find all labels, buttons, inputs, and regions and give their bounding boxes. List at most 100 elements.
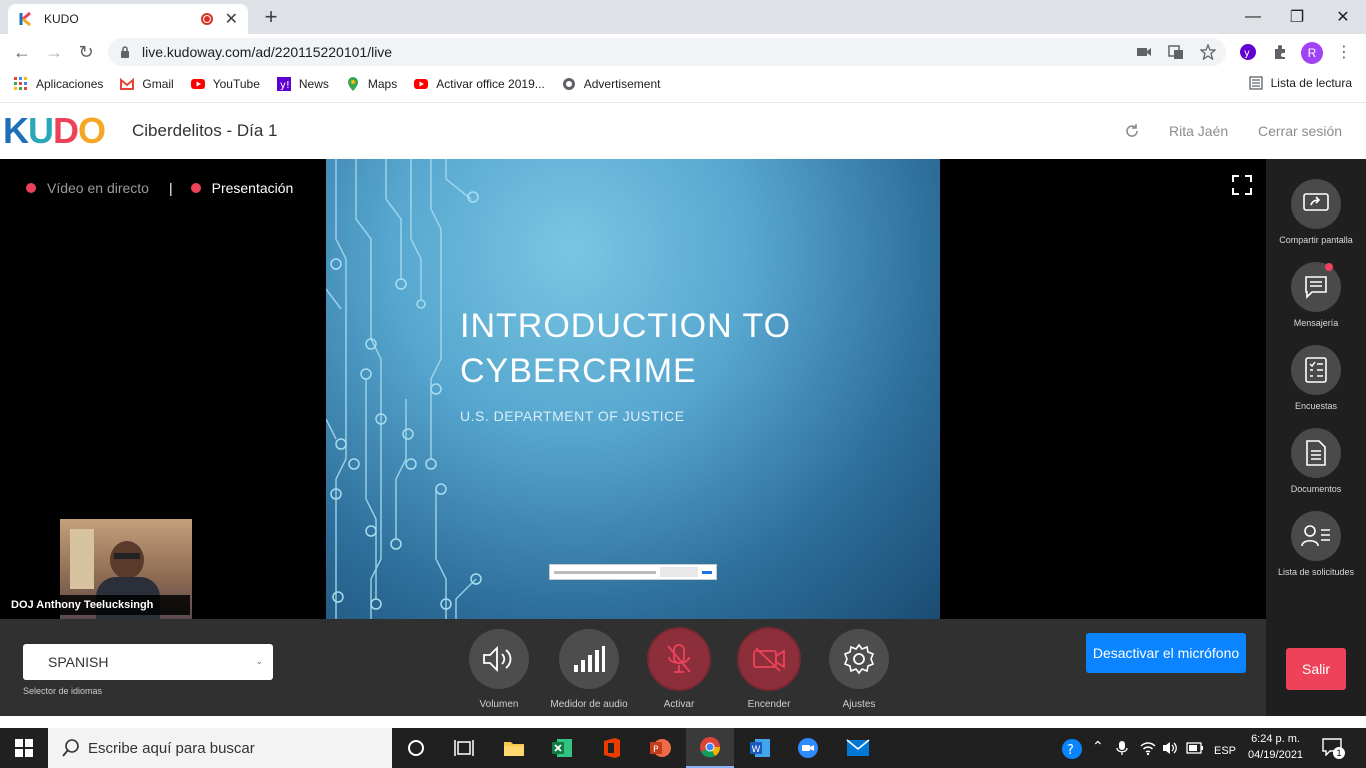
bookmarks-bar: Aplicaciones Gmail YouTube y! News Maps …	[0, 70, 1366, 98]
camera-on-button[interactable]: Encender	[719, 629, 819, 710]
live-indicator-icon	[26, 183, 36, 193]
polls-button[interactable]: Encuestas	[1266, 345, 1366, 411]
taskbar-mail[interactable]	[834, 728, 882, 768]
view-presentation-tab[interactable]: Presentación	[212, 180, 294, 196]
view-live-tab[interactable]: Vídeo en directo	[47, 180, 149, 196]
taskbar-excel[interactable]	[538, 728, 586, 768]
bookmark-label: YouTube	[212, 77, 260, 91]
audio-meter-circle	[559, 629, 619, 689]
mic-off-icon	[667, 644, 691, 673]
speaker-name-label: DOJ Anthony Teelucksingh	[0, 595, 190, 615]
audio-meter-button[interactable]: Medidor de audio	[539, 629, 639, 710]
bookmark-star-icon[interactable]	[1200, 44, 1216, 60]
documents-button[interactable]: Documentos	[1266, 428, 1366, 494]
bookmark-gmail[interactable]: Gmail	[120, 77, 174, 91]
wifi-icon[interactable]	[1140, 740, 1156, 756]
fullscreen-icon[interactable]	[1232, 175, 1252, 195]
help-icon[interactable]: ?	[1061, 738, 1083, 760]
control-label: Ajustes	[842, 699, 876, 710]
request-list-button[interactable]: Lista de solicitudes	[1266, 511, 1366, 577]
taskbar-search[interactable]: Escribe aquí para buscar	[48, 728, 392, 768]
speaker-head	[110, 541, 144, 579]
profile-avatar[interactable]: R	[1301, 42, 1323, 64]
new-tab-button[interactable]: +	[258, 4, 284, 30]
camera-permission-icon[interactable]	[1136, 44, 1152, 60]
share-screen-button[interactable]: Compartir pantalla	[1266, 179, 1366, 245]
share-screen-circle	[1291, 179, 1341, 229]
globe-icon	[562, 78, 575, 90]
browser-tab[interactable]: KUDO ✕	[8, 4, 248, 34]
task-view-button[interactable]	[440, 728, 488, 768]
taskbar-powerpoint[interactable]: P	[636, 728, 684, 768]
taskbar-office[interactable]	[588, 728, 636, 768]
request-list-icon	[1301, 525, 1330, 547]
poll-icon	[1305, 357, 1327, 383]
camera-off-icon	[753, 647, 785, 672]
apps-grid-icon	[14, 77, 27, 90]
windows-logo-icon	[15, 739, 33, 757]
speaker-volume-icon[interactable]	[1162, 740, 1178, 756]
audio-meter-icon	[574, 646, 605, 672]
taskbar-word[interactable]: W	[736, 728, 784, 768]
extensions-puzzle-icon[interactable]	[1272, 44, 1288, 60]
control-label: Encender	[747, 699, 791, 710]
reload-button[interactable]: ↻	[72, 38, 100, 66]
battery-icon[interactable]	[1186, 742, 1204, 754]
sidebar-label: Encuestas	[1294, 401, 1338, 411]
taskbar-zoom[interactable]	[784, 728, 832, 768]
close-tab-icon[interactable]: ✕	[225, 9, 238, 29]
reading-list-button[interactable]: Lista de lectura	[1248, 76, 1352, 90]
bookmark-label: Activar office 2019...	[436, 77, 545, 91]
settings-button[interactable]: Ajustes	[809, 629, 909, 710]
taskbar-file-explorer[interactable]	[490, 728, 538, 768]
bookmark-youtube[interactable]: YouTube	[190, 77, 260, 91]
camera-circle	[739, 629, 799, 689]
kudo-logo[interactable]: KUDO	[3, 110, 106, 151]
browser-menu-icon[interactable]: ⋮	[1336, 42, 1352, 62]
forward-button[interactable]: →	[40, 38, 68, 66]
restore-button[interactable]: ❐	[1274, 0, 1320, 34]
volume-button[interactable]: Volumen	[449, 629, 549, 710]
window-background	[70, 529, 94, 589]
back-button[interactable]: ←	[8, 38, 36, 66]
bookmark-advertisement[interactable]: Advertisement	[562, 77, 660, 91]
sidebar-label: Mensajería	[1293, 318, 1339, 328]
sidebar-label: Lista de solicitudes	[1277, 567, 1355, 577]
input-language[interactable]: ESP	[1214, 741, 1236, 759]
activate-mic-button[interactable]: Activar	[629, 629, 729, 710]
taskbar-clock[interactable]: 6:24 p. m. 04/19/2021	[1248, 731, 1303, 763]
tray-overflow-icon[interactable]: ⌃	[1092, 738, 1104, 755]
slide-title-line: CYBERCRIME	[460, 352, 697, 390]
tray-microphone-icon[interactable]	[1116, 740, 1128, 756]
bookmark-activar-office[interactable]: Activar office 2019...	[414, 77, 545, 91]
address-bar[interactable]: live.kudoway.com/ad/220115220101/live	[108, 38, 1226, 66]
close-window-button[interactable]: ✕	[1320, 0, 1366, 34]
refresh-icon[interactable]	[1124, 123, 1140, 139]
bookmark-aplicaciones[interactable]: Aplicaciones	[14, 77, 103, 91]
messaging-circle	[1291, 262, 1341, 312]
minimize-button[interactable]: —	[1230, 0, 1276, 34]
bookmark-label: News	[298, 77, 329, 91]
slide-title-line: INTRODUCTION TO	[460, 307, 792, 345]
cortana-button[interactable]	[392, 728, 440, 768]
notification-center-button[interactable]: 1	[1322, 738, 1346, 760]
speaker-glasses	[114, 553, 140, 559]
windows-start-button[interactable]	[0, 728, 48, 768]
youtube-icon	[414, 79, 429, 89]
bookmark-news[interactable]: y! News	[276, 77, 329, 91]
clock-time: 6:24 p. m.	[1251, 733, 1300, 745]
chat-icon	[1305, 276, 1327, 299]
yahoo-extension-icon[interactable]: y	[1240, 44, 1256, 60]
language-selector[interactable]: SPANISH ⌄	[23, 644, 273, 680]
bookmark-maps[interactable]: Maps	[346, 77, 397, 91]
svg-text:y!: y!	[280, 80, 290, 91]
translate-icon[interactable]	[1168, 44, 1184, 60]
mute-microphone-button[interactable]: Desactivar el micrófono	[1086, 633, 1246, 673]
request-list-circle	[1291, 511, 1341, 561]
logout-link[interactable]: Cerrar sesión	[1258, 123, 1342, 139]
taskbar-chrome[interactable]	[686, 728, 734, 768]
documents-circle	[1291, 428, 1341, 478]
svg-text:P: P	[653, 745, 659, 755]
exit-button[interactable]: Salir	[1286, 648, 1346, 690]
messaging-button[interactable]: Mensajería	[1266, 262, 1366, 328]
